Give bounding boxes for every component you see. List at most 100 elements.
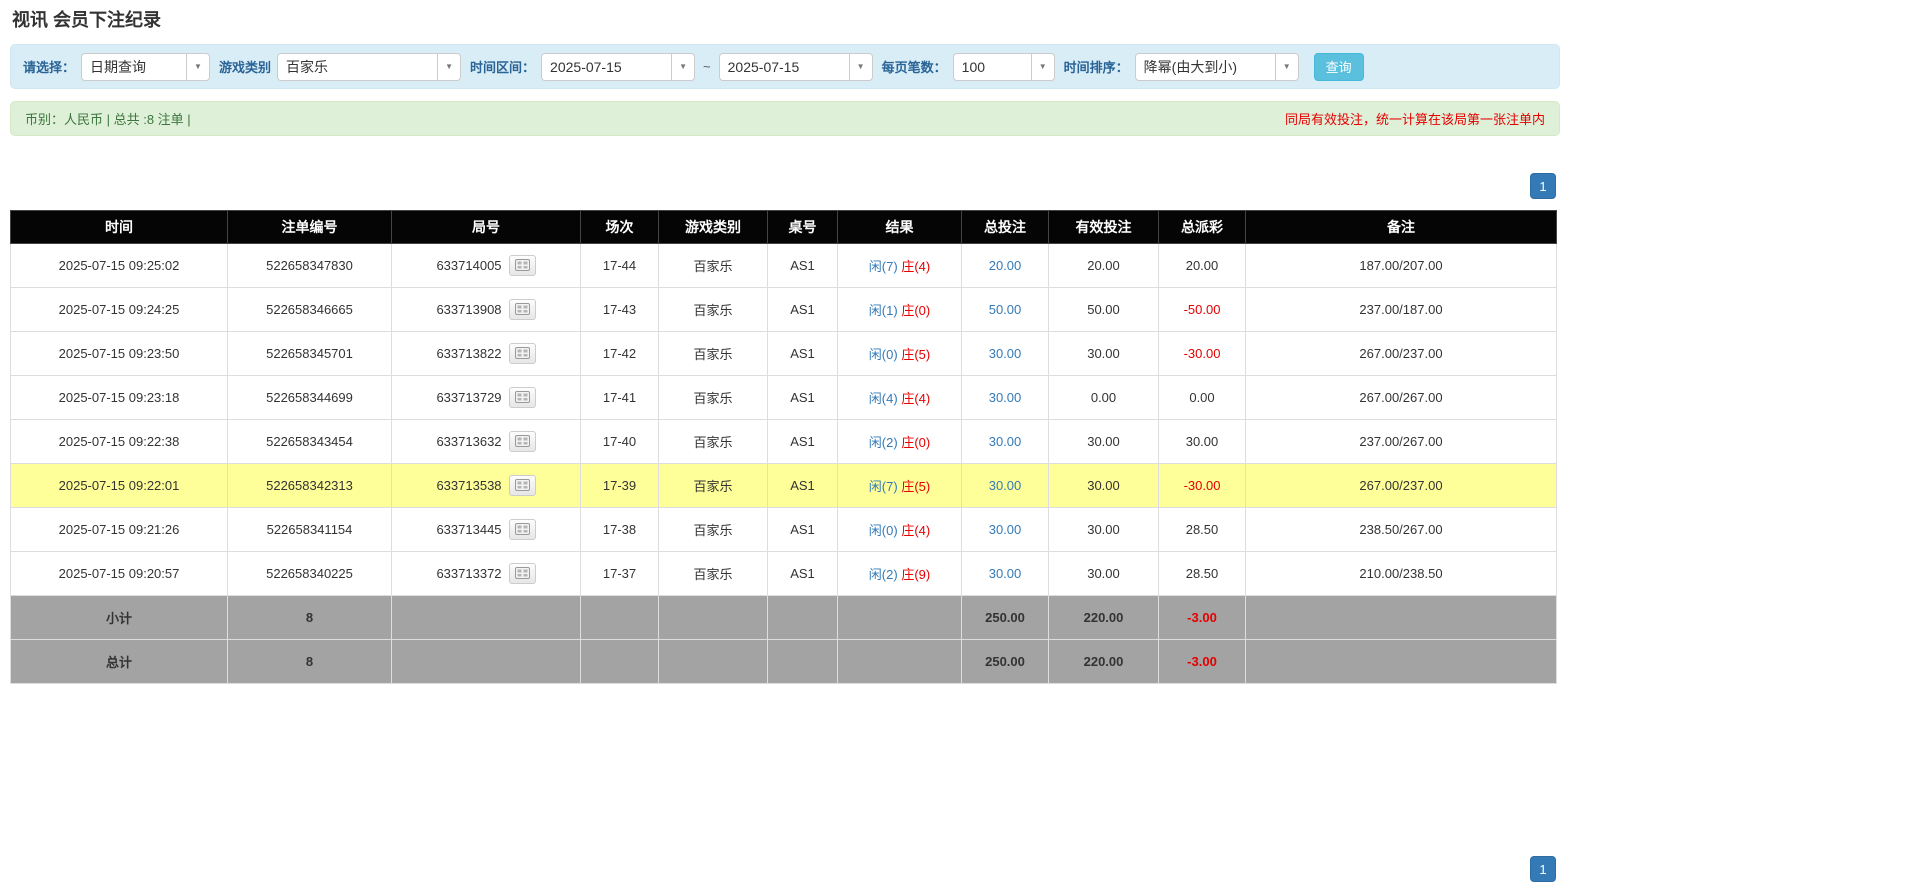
total-label: 总计 [10, 639, 228, 684]
cell-bet-id: 522658341154 [227, 507, 392, 552]
total-bet-link[interactable]: 30.00 [989, 390, 1022, 405]
video-replay-button[interactable] [508, 475, 536, 496]
result-banker: 庄(9) [901, 567, 931, 582]
cell-round-id: 633714005 [391, 243, 581, 288]
result-banker: 庄(0) [901, 303, 931, 318]
chevron-down-icon: ▼ [856, 61, 865, 71]
page-size-input[interactable] [952, 52, 1031, 81]
cell-table-no: AS1 [767, 419, 838, 464]
search-button[interactable]: 查询 [1313, 52, 1364, 81]
select-type-dropdown-button[interactable]: ▼ [186, 52, 211, 81]
video-replay-button[interactable] [508, 299, 536, 320]
game-category-label: 游戏类别 [219, 60, 272, 75]
table-body: 2025-07-15 09:25:02 522658347830 6337140… [10, 243, 1557, 596]
total-total-bet: 250.00 [961, 639, 1049, 684]
cell-round-id: 633713632 [391, 419, 581, 464]
cell-session: 17-37 [580, 551, 659, 596]
cell-remark: 187.00/207.00 [1245, 243, 1557, 288]
total-bet-link[interactable]: 30.00 [989, 522, 1022, 537]
cell-session: 17-38 [580, 507, 659, 552]
result-player: 闲(7) [868, 479, 898, 494]
cell-game-category: 百家乐 [658, 243, 768, 288]
total-bet-link[interactable]: 30.00 [989, 478, 1022, 493]
select-type-input[interactable] [81, 52, 187, 81]
total-bet-link[interactable]: 20.00 [989, 258, 1022, 273]
video-replay-button[interactable] [508, 387, 536, 408]
select-type-combo: ▼ [81, 52, 211, 81]
table-row: 2025-07-15 09:23:50 522658345701 6337138… [10, 331, 1557, 376]
cell-game-category: 百家乐 [658, 507, 768, 552]
table-row: 2025-07-15 09:22:38 522658343454 6337136… [10, 419, 1557, 464]
cell-remark: 267.00/237.00 [1245, 463, 1557, 508]
total-bet-link[interactable]: 30.00 [989, 346, 1022, 361]
result-player: 闲(0) [868, 523, 898, 538]
cell-session: 17-42 [580, 331, 659, 376]
filter-group-page-size: 每页笔数： ▼ [882, 52, 1055, 81]
cell-time: 2025-07-15 09:23:50 [10, 331, 228, 376]
time-sort-label: 时间排序： [1063, 60, 1129, 75]
cell-game-category: 百家乐 [658, 287, 768, 332]
video-replay-button[interactable] [508, 255, 536, 276]
subtotal-valid-bet: 220.00 [1048, 595, 1159, 640]
cell-bet-id: 522658345701 [227, 331, 392, 376]
time-sort-dropdown-button[interactable]: ▼ [1274, 52, 1299, 81]
cell-result: 闲(2) 庄(9) [837, 551, 962, 596]
cell-total-bet: 30.00 [961, 551, 1049, 596]
date-from-dropdown-button[interactable]: ▼ [671, 52, 696, 81]
cell-table-no: AS1 [767, 375, 838, 420]
video-replay-button[interactable] [508, 563, 536, 584]
cell-valid-bet: 50.00 [1048, 287, 1159, 332]
cell-result: 闲(7) 庄(4) [837, 243, 962, 288]
total-bet-link[interactable]: 30.00 [989, 566, 1022, 581]
time-sort-input[interactable] [1134, 52, 1275, 81]
total-bet-link[interactable]: 30.00 [989, 434, 1022, 449]
cell-valid-bet: 30.00 [1048, 419, 1159, 464]
cell-bet-id: 522658344699 [227, 375, 392, 420]
cell-table-no: AS1 [767, 507, 838, 552]
cell-payout: -50.00 [1158, 287, 1246, 332]
total-bet-link[interactable]: 50.00 [989, 302, 1022, 317]
header-bet-id: 注单编号 [227, 210, 392, 244]
date-to-input[interactable] [718, 52, 849, 81]
table-row: 2025-07-15 09:24:25 522658346665 6337139… [10, 287, 1557, 332]
page-size-combo: ▼ [952, 52, 1055, 81]
pagination-page-1-button[interactable]: 1 [1530, 173, 1556, 199]
chevron-down-icon: ▼ [679, 61, 687, 71]
subtotal-row: 小计 8 250.00 220.00 -3.00 [10, 595, 1557, 640]
cell-total-bet: 30.00 [961, 331, 1049, 376]
chevron-down-icon: ▼ [445, 61, 453, 71]
cell-session: 17-40 [580, 419, 659, 464]
cell-round-id: 633713445 [391, 507, 581, 552]
cell-valid-bet: 20.00 [1048, 243, 1159, 288]
game-category-combo: ▼ [277, 52, 462, 81]
cell-total-bet: 30.00 [961, 507, 1049, 552]
table-footer: 小计 8 250.00 220.00 -3.00 总计 8 250.00 220… [10, 595, 1557, 684]
video-replay-button[interactable] [508, 519, 536, 540]
game-category-dropdown-button[interactable]: ▼ [437, 52, 462, 81]
cell-game-category: 百家乐 [658, 463, 768, 508]
header-session: 场次 [580, 210, 659, 244]
total-valid-bet: 220.00 [1048, 639, 1159, 684]
header-remark: 备注 [1245, 210, 1557, 244]
pagination-page-1-button[interactable]: 1 [1530, 856, 1556, 882]
cell-payout: 0.00 [1158, 375, 1246, 420]
cell-round-id: 633713372 [391, 551, 581, 596]
subtotal-label: 小计 [10, 595, 228, 640]
cell-remark: 267.00/267.00 [1245, 375, 1557, 420]
video-replay-button[interactable] [508, 343, 536, 364]
game-category-input[interactable] [277, 52, 438, 81]
result-player: 闲(2) [868, 567, 898, 582]
cell-time: 2025-07-15 09:24:25 [10, 287, 228, 332]
result-player: 闲(2) [868, 435, 898, 450]
date-to-dropdown-button[interactable]: ▼ [848, 52, 873, 81]
select-type-label: 请选择： [23, 60, 76, 75]
date-from-input[interactable] [541, 52, 672, 81]
cell-session: 17-41 [580, 375, 659, 420]
cell-total-bet: 30.00 [961, 463, 1049, 508]
page-size-dropdown-button[interactable]: ▼ [1030, 52, 1055, 81]
video-replay-button[interactable] [508, 431, 536, 452]
result-banker: 庄(0) [901, 435, 931, 450]
cell-session: 17-39 [580, 463, 659, 508]
chevron-down-icon: ▼ [1038, 61, 1047, 71]
cell-game-category: 百家乐 [658, 551, 768, 596]
